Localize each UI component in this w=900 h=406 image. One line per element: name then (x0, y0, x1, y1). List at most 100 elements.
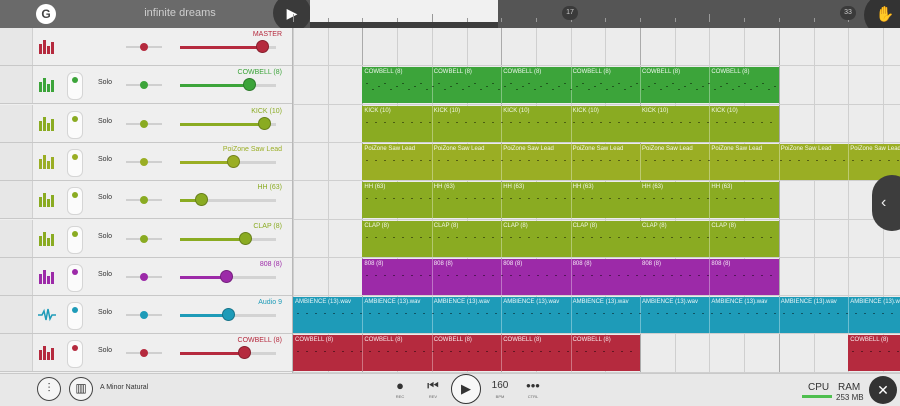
track-send-knob[interactable] (67, 263, 83, 292)
song-title[interactable]: infinite dreams (110, 7, 250, 19)
arrangement-clip[interactable]: 808 (8) 808 (8) (640, 258, 779, 295)
clip-note (564, 236, 567, 238)
track-send-knob[interactable] (67, 148, 83, 177)
track-row[interactable]: Solo Audio 9 (0, 296, 292, 335)
clip-note (801, 313, 803, 315)
track-row[interactable]: Solo PoiZone Saw Lead (0, 142, 292, 181)
arrangement-clip[interactable]: HH (63) HH (63) (640, 182, 779, 219)
volume-knob[interactable] (243, 78, 257, 92)
pan-knob[interactable] (140, 157, 148, 166)
track-row[interactable]: Solo 808 (8) (0, 257, 292, 296)
arrangement-clip[interactable]: KICK (10) KICK (10) KICK (10) KICK (10) (362, 105, 640, 142)
track-name[interactable]: HH (63) (257, 184, 282, 191)
pan-knob[interactable] (140, 43, 148, 51)
track-row[interactable]: Solo COWBELL (8) (0, 66, 292, 105)
arrangement-clip[interactable]: KICK (10) KICK (10) (640, 105, 779, 142)
track-name[interactable]: Audio 9 (258, 299, 282, 306)
clip-note (660, 89, 663, 91)
volume-fill (180, 46, 262, 49)
track-send-knob[interactable] (67, 187, 83, 216)
record-button[interactable]: ● REC (392, 378, 408, 399)
arrangement-view[interactable]: COWBELL (8) COWBELL (8) COWBELL (8) COWBELL… (293, 28, 900, 373)
clip-note (474, 274, 477, 276)
clip-note (680, 198, 682, 200)
clip-note (738, 86, 741, 88)
track-name[interactable]: KICK (10) (251, 108, 282, 115)
volume-knob[interactable] (258, 116, 272, 130)
volume-knob[interactable] (195, 193, 209, 207)
track-name[interactable]: PoiZone Saw Lead (223, 146, 282, 153)
loop-region[interactable] (310, 0, 498, 22)
scale-label[interactable]: A Minor Natural (100, 384, 148, 391)
solo-button[interactable]: Solo (98, 347, 112, 354)
track-send-knob[interactable] (67, 110, 83, 139)
solo-button[interactable]: Solo (98, 271, 112, 278)
arrangement-clip[interactable]: CLAP (8) CLAP (8) (640, 220, 779, 257)
side-panel-toggle[interactable]: ‹ (872, 175, 900, 231)
clip-note (384, 274, 387, 276)
master-track[interactable]: MASTER (0, 28, 292, 66)
volume-knob[interactable] (222, 308, 235, 322)
timeline-ruler[interactable]: 17 33 (293, 0, 900, 28)
track-row[interactable]: Solo KICK (10) (0, 104, 292, 143)
app-logo-icon[interactable]: G (36, 4, 56, 24)
clip-note (492, 83, 495, 85)
track-name[interactable]: MASTER (253, 31, 282, 38)
volume-knob[interactable] (255, 40, 269, 53)
arrangement-clip[interactable]: COWBELL (8) COWBELL (8) COWBELL (8) COWBELL… (362, 67, 779, 104)
rewind-button[interactable]: ⏮ REV (425, 378, 441, 399)
volume-knob[interactable] (226, 154, 240, 168)
clip-note (747, 313, 749, 315)
clip-note (483, 121, 486, 123)
track-name[interactable]: 808 (8) (260, 261, 282, 268)
ctrl-button[interactable]: ••• CTRL (522, 378, 544, 399)
track-name[interactable]: COWBELL (8) (238, 69, 282, 76)
mixer-view-button[interactable]: ⫶ (37, 377, 61, 401)
arrangement-clip[interactable]: AMBIENCE (13).wav AMBIENCE (13).wav AMBIEN… (293, 297, 900, 334)
solo-button[interactable]: Solo (98, 194, 112, 201)
track-name[interactable]: CLAP (8) (253, 223, 282, 230)
track-row[interactable]: Solo COWBELL (8) (0, 334, 292, 373)
track-send-knob[interactable] (67, 340, 83, 369)
track-row[interactable]: Solo CLAP (8) (0, 219, 292, 258)
clip-note (366, 121, 369, 123)
solo-button[interactable]: Solo (98, 309, 112, 316)
solo-button[interactable]: Solo (98, 156, 112, 163)
arrangement-clip[interactable]: HH (63) HH (63) HH (63) HH (63) (362, 182, 640, 219)
play-button[interactable]: ▶ (451, 374, 481, 404)
track-send-knob[interactable] (67, 225, 83, 254)
track-send-knob[interactable] (67, 302, 83, 331)
arrangement-clip[interactable]: COWBELL (8) COWBELL (8) COWBELL (8) COWBELL… (293, 335, 640, 372)
pan-knob[interactable] (140, 119, 148, 128)
clip-note (405, 351, 407, 353)
track-name[interactable]: COWBELL (8) (238, 337, 282, 344)
clip-note (528, 274, 531, 276)
piano-view-button[interactable]: ▥ (69, 377, 93, 401)
volume-knob[interactable] (220, 269, 234, 283)
pan-knob[interactable] (140, 234, 148, 243)
bpm-control[interactable]: 160 BPM (490, 378, 510, 399)
volume-knob[interactable] (238, 346, 252, 360)
solo-button[interactable]: Solo (98, 118, 112, 125)
solo-button[interactable]: Solo (98, 79, 112, 86)
solo-button[interactable]: Solo (98, 233, 112, 240)
track-row[interactable]: Solo HH (63) (0, 181, 292, 220)
arrangement-clip[interactable]: CLAP (8) CLAP (8) CLAP (8) CLAP (8) (362, 220, 640, 257)
close-icon[interactable]: ✕ (869, 376, 897, 404)
arrangement-clip[interactable]: 808 (8) 808 (8) 808 (8) 808 (8) (362, 258, 640, 295)
track-send-knob[interactable] (67, 72, 83, 101)
pan-knob[interactable] (140, 196, 148, 205)
pan-knob[interactable] (140, 349, 148, 358)
arrangement-clip[interactable]: PoiZone Saw Lead PoiZone Saw Lead PoiZone … (362, 143, 900, 180)
ruler-marker[interactable]: 17 (562, 6, 578, 20)
clip-note (366, 274, 369, 276)
pan-knob[interactable] (140, 81, 148, 90)
clip-note (756, 313, 758, 315)
ruler-marker[interactable]: 33 (840, 6, 856, 20)
pan-knob[interactable] (140, 311, 148, 320)
volume-knob[interactable] (239, 231, 253, 245)
arrangement-clip[interactable]: COWBELL (8) (848, 335, 900, 372)
clip-note (456, 274, 459, 276)
clip-note (540, 86, 543, 88)
pan-knob[interactable] (140, 272, 148, 281)
